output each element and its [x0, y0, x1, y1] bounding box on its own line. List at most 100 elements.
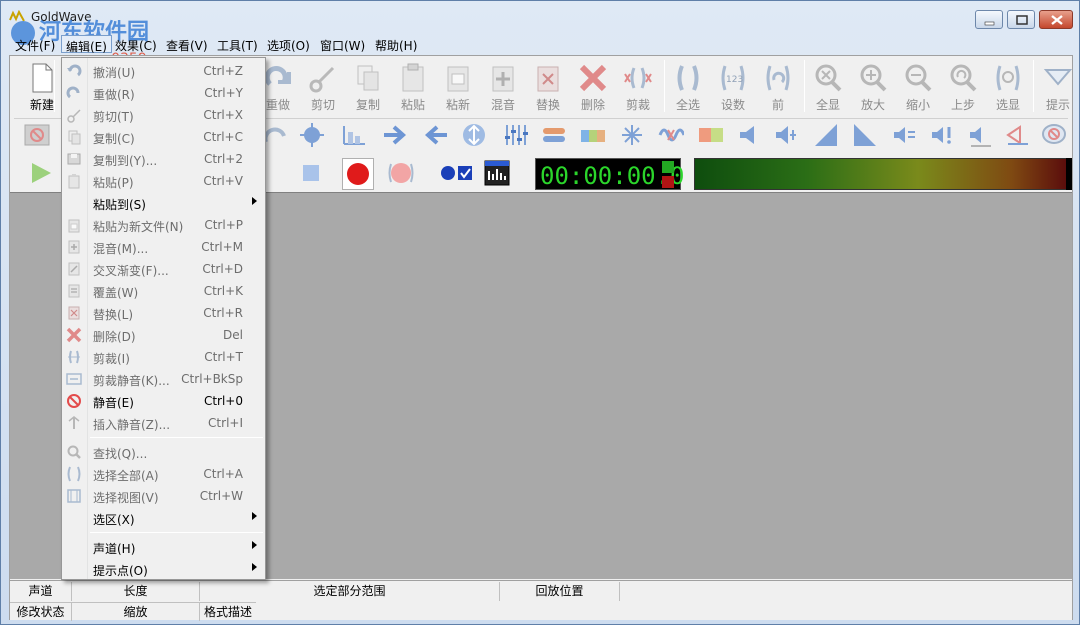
toolbar-set-value-label: 设数: [720, 98, 745, 112]
toolbar-zoom-selection-label: 选显: [995, 98, 1020, 112]
status-zoom: 缩放: [72, 602, 200, 621]
reverse-effect-icon[interactable]: [423, 122, 449, 148]
menu-item-copy[interactable]: 复制(C) Ctrl+C: [62, 126, 265, 148]
menu-item-paste[interactable]: 粘贴(P) Ctrl+V: [62, 170, 265, 192]
toolbar-zoom-in-button[interactable]: 放大: [853, 62, 893, 114]
menu-item-label: 剪裁(I): [93, 352, 130, 366]
toolbar-zoom-previous-button[interactable]: 上步: [943, 62, 983, 114]
interpolate-effect-icon[interactable]: [619, 122, 645, 148]
spectrum-filter-icon[interactable]: [580, 122, 606, 148]
menu-item-paste-to[interactable]: 粘贴到(S): [62, 192, 265, 214]
equalizer-effect-icon[interactable]: [502, 122, 528, 148]
maximize-volume-icon[interactable]: [929, 122, 955, 148]
new-button-label: 新建: [29, 98, 54, 112]
control-properties-icon[interactable]: [438, 160, 478, 186]
toolbar-set-value-button[interactable]: 123 设数: [713, 62, 753, 114]
toolbar-paste-new-button[interactable]: 粘新: [438, 62, 478, 114]
menu-options[interactable]: 选项(O): [263, 35, 314, 53]
toolbar-zoom-all-button[interactable]: 全显: [808, 62, 848, 114]
menu-item-label: 覆盖(W): [93, 286, 139, 300]
minimize-button[interactable]: [975, 10, 1003, 29]
menu-item-silence[interactable]: 静音(E) Ctrl+0: [62, 390, 265, 412]
window-title: GoldWave: [31, 10, 92, 24]
filter-effect-icon[interactable]: [541, 122, 567, 148]
forward-effect-icon[interactable]: [382, 122, 408, 148]
silence-icon: [67, 394, 81, 408]
previous-icon: [766, 65, 790, 91]
fade-in-icon[interactable]: [813, 122, 839, 148]
invert-effect-icon[interactable]: [658, 122, 684, 148]
stereo-effect-icon[interactable]: [698, 122, 724, 148]
toolbar-trim-button[interactable]: 剪裁: [618, 62, 658, 114]
maximize-button[interactable]: [1007, 10, 1035, 29]
menu-item-overwrite[interactable]: 覆盖(W) Ctrl+K: [62, 280, 265, 302]
toolbar-delete-button[interactable]: 删除: [573, 62, 613, 114]
delete-icon: [66, 327, 82, 343]
echo-effect-icon[interactable]: [341, 122, 367, 148]
menu-item-selection[interactable]: 选区(X): [62, 507, 265, 529]
noise-reduction-icon[interactable]: [1041, 122, 1067, 148]
close-button[interactable]: [1039, 10, 1073, 29]
menu-item-copy-to[interactable]: 复制到(Y)... Ctrl+2: [62, 148, 265, 170]
stop-button[interactable]: [298, 160, 324, 186]
menu-item-select-all[interactable]: 选择全部(A) Ctrl+A: [62, 463, 265, 485]
menu-bar: 文件(F) 编辑(E) 效果(C) 查看(V) 工具(T) 选项(O) 窗口(W…: [9, 34, 1073, 54]
toolbar-mix-button[interactable]: 混音: [483, 62, 523, 114]
menu-item-undo[interactable]: 撤消(U) Ctrl+Z: [62, 60, 265, 82]
menu-item-insert-silence[interactable]: 插入静音(Z)... Ctrl+I: [62, 412, 265, 434]
record-selection-button[interactable]: [388, 160, 414, 186]
menu-item-label: 复制(C): [93, 132, 135, 146]
toolbar-cut-button[interactable]: 剪切: [303, 62, 343, 114]
pitch-effect-icon[interactable]: [461, 122, 487, 148]
menu-item-trim[interactable]: 剪裁(I) Ctrl+T: [62, 346, 265, 368]
offset-effect-icon[interactable]: [1004, 122, 1030, 148]
menu-window[interactable]: 窗口(W): [316, 35, 369, 53]
crossfade-icon: [68, 262, 80, 276]
volume-change-icon[interactable]: [891, 122, 917, 148]
menu-help[interactable]: 帮助(H): [371, 35, 421, 53]
new-button[interactable]: 新建: [22, 62, 62, 114]
toolbar-cue-button[interactable]: 提示: [1038, 62, 1078, 114]
record-button[interactable]: [342, 158, 374, 190]
menu-item-find[interactable]: 查找(Q)...: [62, 441, 265, 463]
menu-item-select-view[interactable]: 选择视图(V) Ctrl+W: [62, 485, 265, 507]
toolbar-zoom-selection-button[interactable]: 选显: [988, 62, 1028, 114]
toolbar-paste-label: 粘贴: [400, 98, 425, 112]
toolbar-select-all-button[interactable]: 全选: [668, 62, 708, 114]
menu-item-trim-silence[interactable]: 剪裁静音(K)... Ctrl+BkSp: [62, 368, 265, 390]
menu-tools[interactable]: 工具(T): [213, 35, 262, 53]
replace-icon: [68, 306, 80, 320]
menu-item-paste-new[interactable]: 粘贴为新文件(N) Ctrl+P: [62, 214, 265, 236]
toolbar-previous-button[interactable]: 前: [758, 62, 798, 114]
menu-item-channel[interactable]: 声道(H): [62, 536, 265, 558]
title-bar[interactable]: GoldWave: [1, 1, 1079, 33]
copy-icon: [357, 65, 379, 91]
shape-volume-icon[interactable]: [967, 122, 993, 148]
menu-item-cue-points[interactable]: 提示点(O): [62, 558, 265, 580]
silence-effect-icon[interactable]: [24, 122, 50, 148]
menu-item-label: 选择全部(A): [93, 469, 159, 483]
menu-item-delete[interactable]: 删除(D) Del: [62, 324, 265, 346]
toolbar-copy-button[interactable]: 复制: [348, 62, 388, 114]
menu-item-crossfade[interactable]: 交叉渐变(F)... Ctrl+D: [62, 258, 265, 280]
menu-edit[interactable]: 编辑(E): [61, 35, 112, 54]
control-window-icon[interactable]: [484, 160, 510, 186]
play-button[interactable]: [28, 160, 54, 186]
menu-view[interactable]: 查看(V): [162, 35, 212, 53]
toolbar-replace-button[interactable]: 替换: [528, 62, 568, 114]
status-bar: 声道 长度 选定部分范围 回放位置 修改状态 缩放 格式描述: [10, 580, 1072, 621]
menu-item-redo[interactable]: 重做(R) Ctrl+Y: [62, 82, 265, 104]
fade-out-icon[interactable]: [852, 122, 878, 148]
volume-effect-icon[interactable]: [737, 122, 763, 148]
menu-item-mix[interactable]: 混音(M)... Ctrl+M: [62, 236, 265, 258]
menu-file[interactable]: 文件(F): [11, 35, 59, 53]
menu-item-cut[interactable]: 剪切(T) Ctrl+X: [62, 104, 265, 126]
toolbar-zoom-out-button[interactable]: 缩小: [898, 62, 938, 114]
volume-match-icon[interactable]: [774, 122, 800, 148]
menu-effects[interactable]: 效果(C): [111, 35, 161, 53]
menu-item-replace[interactable]: 替换(L) Ctrl+R: [62, 302, 265, 324]
menu-item-label: 替换(L): [93, 308, 134, 322]
toolbar-paste-button[interactable]: 粘贴: [393, 62, 433, 114]
dynamics-effect-icon[interactable]: [299, 122, 325, 148]
toolbar-previous-label: 前: [771, 98, 784, 112]
